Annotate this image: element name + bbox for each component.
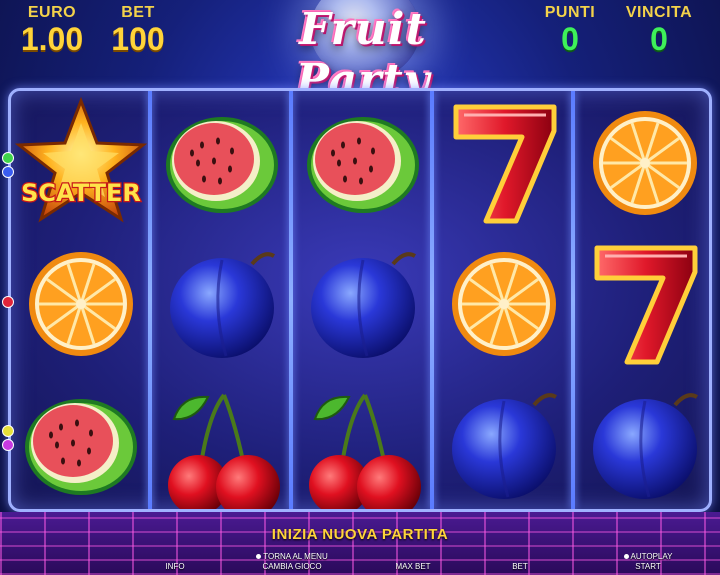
button-bar: INFO TORNA AL MENU CAMBIA GIOCO MAX BET … (0, 552, 720, 575)
credit-display: EURO 1.00 (12, 4, 92, 56)
win-label: VINCITA (625, 4, 693, 21)
points-label: PUNTI (544, 4, 596, 21)
plum-symbol-icon (293, 234, 433, 374)
payline-gem-icon (2, 439, 14, 451)
bet-value: 100 (111, 21, 165, 57)
euro-value: 1.00 (20, 21, 84, 57)
menu-top-label: TORNA AL MENU (252, 552, 332, 562)
watermelon-symbol-icon (293, 93, 433, 233)
scatter-text: SCATTER (21, 179, 141, 207)
new-game-button[interactable]: INIZIA NUOVA PARTITA (0, 526, 720, 543)
points-value: 0 (561, 21, 579, 57)
start-label: START (635, 562, 661, 571)
game-header: EURO 1.00 BET 100 Fruit Party PUNTI 0 VI… (0, 0, 720, 106)
payline-gem-icon (2, 425, 14, 437)
change-game-label: CAMBIA GIOCO (262, 562, 322, 571)
win-display: VINCITA 0 (616, 4, 702, 56)
start-button[interactable]: AUTOPLAY START (618, 552, 678, 572)
orange-symbol-icon (575, 93, 709, 233)
bet-label: BET (121, 4, 155, 21)
cherry-symbol-icon (152, 375, 292, 509)
menu-top-text: TORNA AL MENU (263, 552, 328, 561)
bet-button[interactable]: BET (505, 562, 535, 572)
max-bet-button[interactable]: MAX BET (388, 562, 438, 572)
orange-symbol-icon (11, 234, 151, 374)
autoplay-label: AUTOPLAY (618, 552, 678, 562)
scatter-symbol-icon: SCATTER (11, 93, 151, 233)
payline-gem-icon (2, 152, 14, 164)
menu-dot-icon (256, 554, 262, 560)
payline-gem-icon (2, 166, 14, 178)
autoplay-dot-icon (623, 554, 629, 560)
info-button[interactable]: INFO (155, 562, 195, 572)
menu-button[interactable]: TORNA AL MENU CAMBIA GIOCO (252, 552, 332, 572)
points-display: PUNTI 0 (532, 4, 608, 56)
win-value: 0 (650, 21, 668, 57)
payline-gem-icon (2, 296, 14, 308)
plum-symbol-icon (434, 375, 574, 509)
watermelon-symbol-icon (152, 93, 292, 233)
plum-symbol-icon (575, 375, 709, 509)
euro-label: EURO (27, 4, 77, 21)
plum-symbol-icon (152, 234, 292, 374)
orange-symbol-icon (434, 234, 574, 374)
watermelon-symbol-icon (11, 375, 151, 509)
reel-grid: SCATTER (8, 88, 712, 512)
seven-symbol-icon (434, 93, 574, 233)
seven-symbol-icon (575, 234, 709, 374)
bet-display: BET 100 (100, 4, 176, 56)
autoplay-text: AUTOPLAY (630, 552, 673, 561)
cherry-symbol-icon (293, 375, 433, 509)
